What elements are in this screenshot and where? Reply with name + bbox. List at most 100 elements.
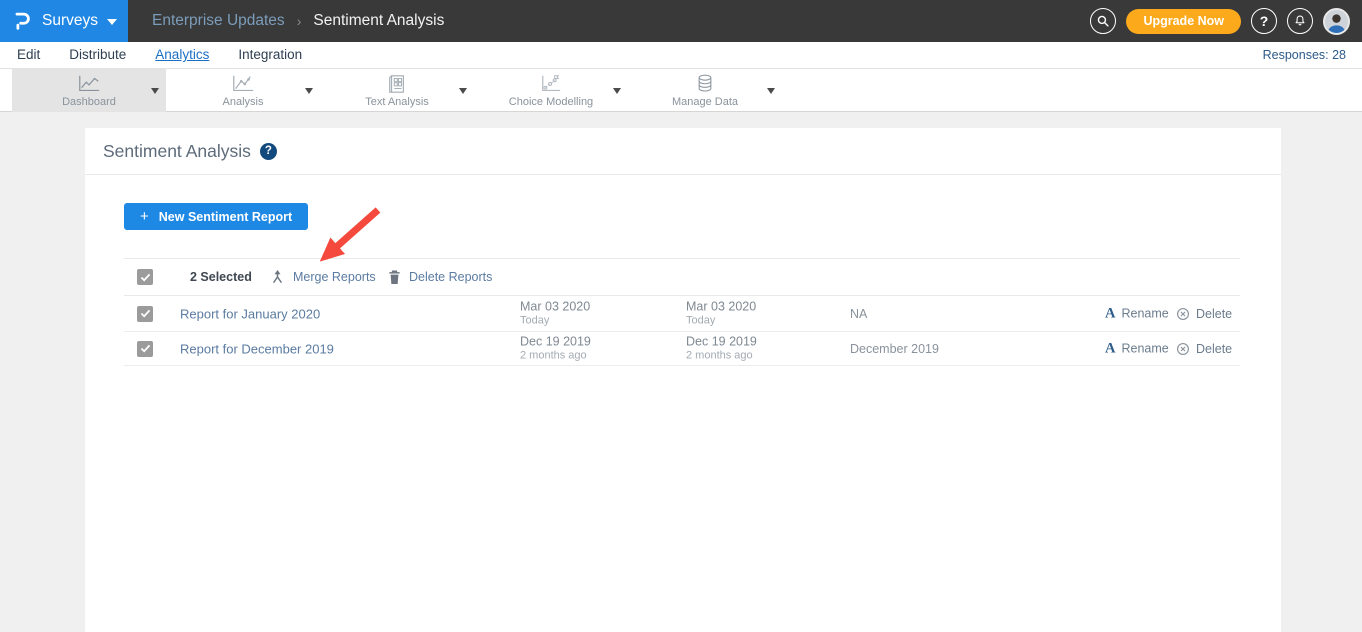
modified-date-cell: Dec 19 2019 2 months ago [686,335,757,362]
new-sentiment-report-button[interactable]: + New Sentiment Report [124,203,308,230]
toolbar-item-label: Manage Data [672,96,738,108]
delete-label: Delete [1196,342,1232,356]
select-all-checkbox[interactable] [137,269,153,285]
chevron-down-icon[interactable] [613,88,621,94]
title-help-button[interactable]: ? [260,143,277,160]
tab-edit[interactable]: Edit [17,47,40,63]
date-relative: 2 months ago [686,349,757,362]
row-checkbox[interactable] [137,306,153,322]
breadcrumb-current-page: Sentiment Analysis [313,12,444,30]
question-mark-icon: ? [1260,13,1269,29]
question-mark-icon: ? [265,145,272,157]
upgrade-now-button[interactable]: Upgrade Now [1126,9,1241,34]
new-report-label: New Sentiment Report [159,210,292,224]
trend-chart-icon [231,74,255,94]
toolbar-item-label: Choice Modelling [509,96,593,108]
reports-table: 2 Selected Merge Reports Delete Reports [124,258,1240,366]
breadcrumb: Enterprise Updates › Sentiment Analysis [152,12,444,30]
dot-plot-icon [540,74,562,94]
check-icon [140,273,151,282]
breadcrumb-separator-icon: › [297,13,302,29]
chevron-down-icon [107,19,117,25]
chevron-down-icon[interactable] [459,88,467,94]
delete-reports-button[interactable]: Delete Reports [388,269,492,285]
check-icon [140,309,151,318]
panel-header: Sentiment Analysis ? [85,128,1281,175]
search-icon [1096,14,1110,28]
topbar-actions: Upgrade Now ? [1090,0,1350,42]
proprofs-logo-icon [11,10,33,32]
selected-count-label: 2 Selected [190,270,252,284]
table-row: Report for December 2019 Dec 19 2019 2 m… [124,332,1240,366]
rename-label: Rename [1121,342,1168,356]
report-name-link[interactable]: Report for January 2020 [180,306,320,321]
line-chart-icon [77,74,101,94]
circle-x-icon [1176,342,1190,356]
bulk-action-bar: 2 Selected Merge Reports Delete Reports [124,258,1240,296]
chevron-down-icon[interactable] [305,88,313,94]
database-icon [695,74,715,94]
toolbar-item-analysis[interactable]: Analysis [166,69,320,112]
toolbar-item-choice-modelling[interactable]: Choice Modelling [474,69,628,112]
breadcrumb-survey-name[interactable]: Enterprise Updates [152,12,285,30]
toolbar-item-dashboard[interactable]: Dashboard [12,69,166,112]
toolbar-item-text-analysis[interactable]: Text Analysis [320,69,474,112]
user-avatar[interactable] [1323,8,1350,35]
toolbar-item-manage-data[interactable]: Manage Data [628,69,782,112]
chevron-down-icon[interactable] [151,88,159,94]
rename-button[interactable]: A Rename [1105,340,1169,357]
analytics-toolbar: Dashboard Analysis Text [0,69,1362,112]
date-value: Dec 19 2019 [686,335,757,348]
check-icon [140,344,151,353]
rename-button[interactable]: A Rename [1105,305,1169,322]
circle-x-icon [1176,307,1190,321]
toolbar-item-label: Dashboard [62,96,116,108]
avatar-photo [1325,10,1348,33]
created-date-cell: Mar 03 2020 Today [520,300,590,327]
bell-icon [1293,14,1307,28]
merge-reports-label: Merge Reports [293,270,376,284]
report-name-link[interactable]: Report for December 2019 [180,341,334,356]
date-relative: 2 months ago [520,349,591,362]
notifications-button[interactable] [1287,8,1313,34]
responses-count: Responses: 28 [1263,48,1346,62]
date-value: Dec 19 2019 [520,335,591,348]
survey-section-nav: Edit Distribute Analytics Integration Re… [0,42,1362,69]
table-row: Report for January 2020 Mar 03 2020 Toda… [124,296,1240,332]
delete-label: Delete [1196,307,1232,321]
delete-button[interactable]: Delete [1176,307,1232,321]
rename-letter-icon: A [1105,340,1115,357]
search-button[interactable] [1090,8,1116,34]
rename-label: Rename [1121,307,1168,321]
toolbar-item-label: Text Analysis [365,96,429,108]
report-tag: December 2019 [850,342,939,356]
merge-reports-button[interactable]: Merge Reports [270,269,376,285]
plus-icon: + [140,208,149,225]
merge-icon [270,269,285,285]
report-tag: NA [850,307,867,321]
sentiment-analysis-panel: Sentiment Analysis ? + New Sentiment Rep… [85,128,1281,632]
top-bar: Surveys Enterprise Updates › Sentiment A… [0,0,1362,42]
page-background: Sentiment Analysis ? + New Sentiment Rep… [0,112,1362,632]
trash-icon [388,269,401,285]
toolbar-item-label: Analysis [223,96,264,108]
date-value: Mar 03 2020 [686,300,756,313]
tab-integration[interactable]: Integration [238,47,302,63]
help-button[interactable]: ? [1251,8,1277,34]
delete-reports-label: Delete Reports [409,270,492,284]
date-relative: Today [686,314,756,327]
tab-distribute[interactable]: Distribute [69,47,126,63]
tab-analytics[interactable]: Analytics [155,47,209,63]
modified-date-cell: Mar 03 2020 Today [686,300,756,327]
chevron-down-icon[interactable] [767,88,775,94]
brand-menu[interactable]: Surveys [0,0,128,42]
created-date-cell: Dec 19 2019 2 months ago [520,335,591,362]
page-title: Sentiment Analysis [103,141,251,162]
date-relative: Today [520,314,590,327]
date-value: Mar 03 2020 [520,300,590,313]
document-grid-icon [387,74,407,94]
delete-button[interactable]: Delete [1176,342,1232,356]
row-checkbox[interactable] [137,341,153,357]
rename-letter-icon: A [1105,305,1115,322]
brand-label: Surveys [42,12,98,30]
